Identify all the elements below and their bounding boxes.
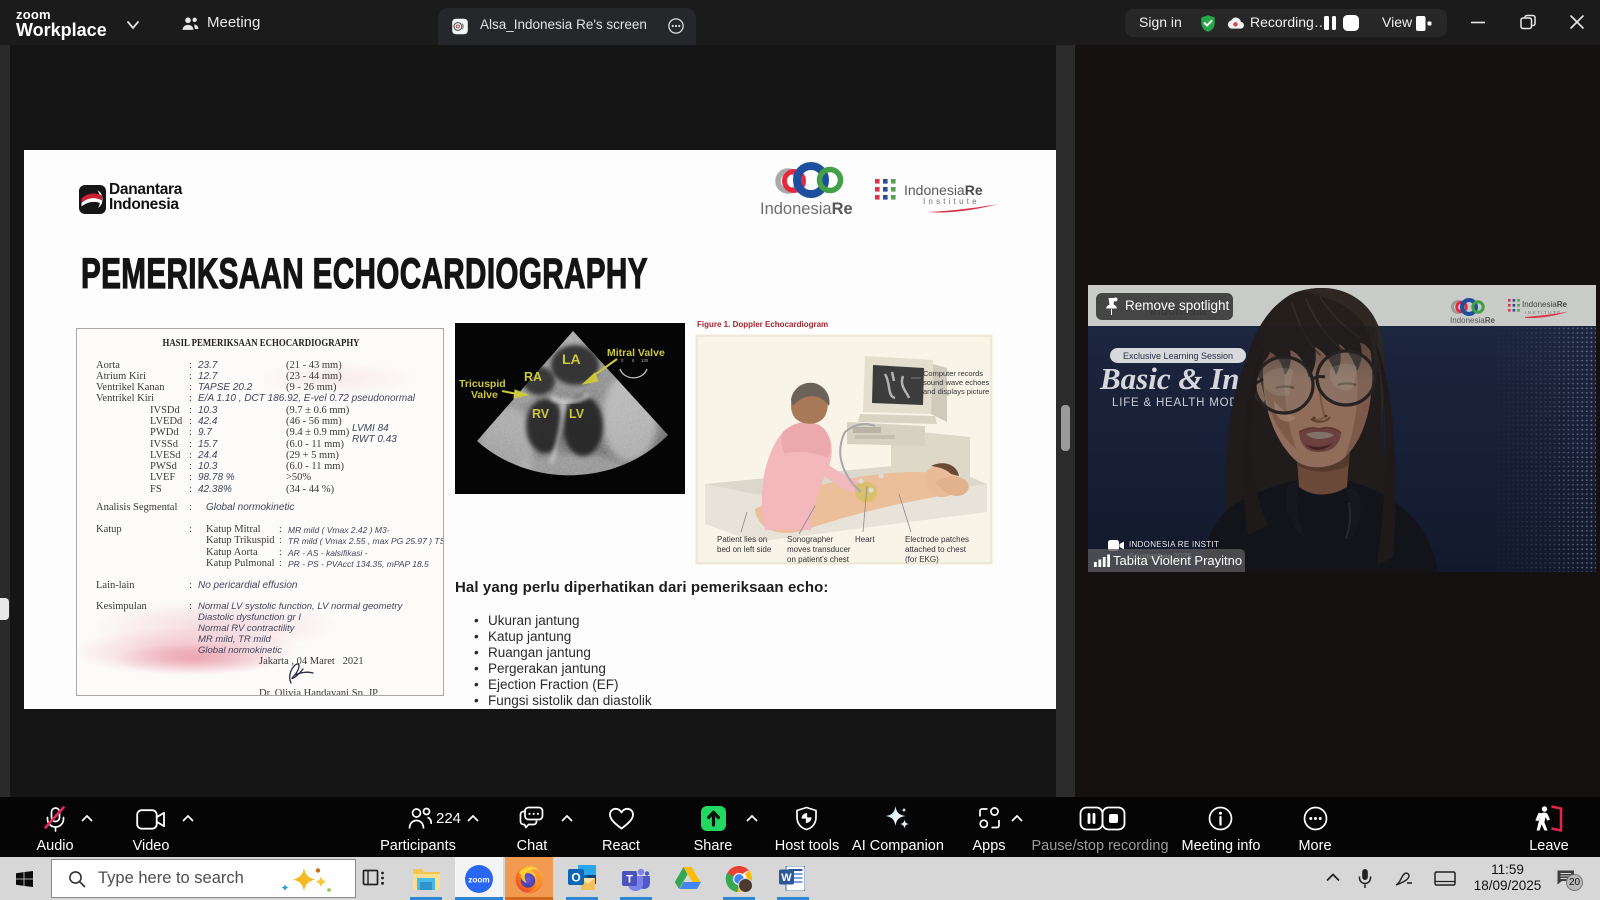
svg-text:O: O xyxy=(571,871,580,885)
svg-text:(for EKG): (for EKG) xyxy=(905,555,939,564)
svg-text:moves transducer: moves transducer xyxy=(787,545,851,554)
svg-text:Heart: Heart xyxy=(855,535,875,544)
svg-text:zoom: zoom xyxy=(468,876,489,885)
svg-text:T: T xyxy=(626,874,633,886)
svg-text:Computer records: Computer records xyxy=(923,369,983,378)
svg-text:IndonesiaRe: IndonesiaRe xyxy=(1450,316,1495,325)
svg-text:Sonographer: Sonographer xyxy=(787,535,834,544)
svg-text:W: W xyxy=(781,872,792,884)
svg-text:on patient's chest: on patient's chest xyxy=(787,555,850,564)
svg-text:sound wave echoes: sound wave echoes xyxy=(923,378,990,387)
svg-text:Electrode patches: Electrode patches xyxy=(905,535,969,544)
svg-text:and displays picture: and displays picture xyxy=(923,387,989,396)
svg-text:bed on left side: bed on left side xyxy=(717,545,772,554)
svg-text:attached to chest: attached to chest xyxy=(905,545,967,554)
svg-text:Patient lies on: Patient lies on xyxy=(717,535,767,544)
svg-text:IndonesiaRe: IndonesiaRe xyxy=(1522,300,1567,309)
